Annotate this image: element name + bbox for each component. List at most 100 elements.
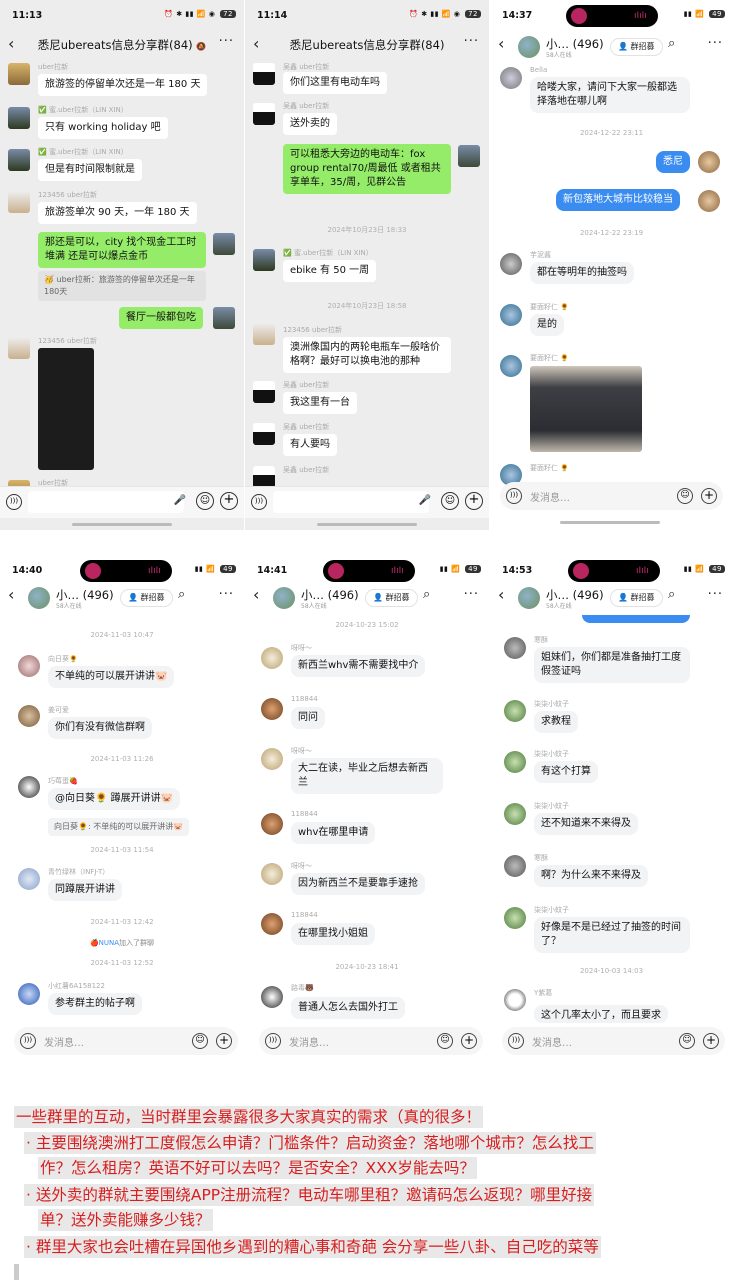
- voice-icon[interactable]: ))): [6, 494, 22, 510]
- back-icon[interactable]: ‹: [498, 34, 504, 53]
- message-bubble[interactable]: 因为新西兰不是要靠手速抢: [291, 873, 425, 895]
- message-bubble[interactable]: whv在哪里申请: [291, 822, 376, 844]
- my-message-bubble[interactable]: 那还是可以，city 找个现金工工时堆满 还是可以爆点金币: [38, 232, 206, 268]
- message-bubble[interactable]: ebike 有 50 一周: [283, 260, 377, 282]
- search-icon[interactable]: ⌕: [178, 587, 185, 602]
- avatar[interactable]: [253, 381, 275, 403]
- plus-icon[interactable]: +: [703, 1033, 719, 1049]
- avatar[interactable]: [261, 863, 283, 885]
- mic-icon[interactable]: 🎤: [419, 495, 431, 506]
- avatar[interactable]: [261, 913, 283, 935]
- avatar[interactable]: [261, 647, 283, 669]
- avatar[interactable]: [18, 776, 40, 798]
- more-icon[interactable]: ···: [464, 34, 479, 49]
- message-bubble[interactable]: 不单纯的可以展开讲讲🐷: [48, 666, 175, 688]
- voice-icon[interactable]: ))): [265, 1033, 281, 1049]
- search-icon[interactable]: ⌕: [668, 36, 675, 51]
- avatar[interactable]: [261, 813, 283, 835]
- message-input[interactable]: 发消息…: [44, 1034, 84, 1049]
- avatar[interactable]: [18, 705, 40, 727]
- voice-icon[interactable]: ))): [506, 488, 522, 504]
- message-bubble[interactable]: 旅游签的停留单次还是一年 180 天: [38, 74, 208, 96]
- avatar[interactable]: [8, 191, 30, 213]
- avatar[interactable]: [253, 63, 275, 85]
- avatar[interactable]: [253, 423, 275, 445]
- photo-message[interactable]: [530, 366, 642, 452]
- message-bubble[interactable]: 新西兰whv需不需要找中介: [291, 655, 426, 677]
- recruit-button[interactable]: 👤 群招募: [610, 38, 663, 56]
- emoji-icon[interactable]: ☺: [192, 1033, 208, 1049]
- my-message-bubble[interactable]: 新包落地大城市比较稳当: [556, 189, 680, 211]
- message-bubble[interactable]: 求教程: [534, 711, 578, 733]
- avatar[interactable]: [261, 986, 283, 1008]
- message-bubble[interactable]: 有人要吗: [283, 434, 337, 456]
- my-message-bubble-partial[interactable]: [582, 615, 690, 623]
- message-bubble[interactable]: 送外卖的: [283, 113, 337, 135]
- message-input[interactable]: [273, 491, 429, 513]
- screenshot-image-message[interactable]: [38, 348, 94, 470]
- more-icon[interactable]: ···: [219, 587, 234, 602]
- plus-icon[interactable]: +: [216, 1033, 232, 1049]
- quoted-message[interactable]: 向日葵🌻: 不单纯的可以展开讲讲🐷: [48, 818, 190, 836]
- search-icon[interactable]: ⌕: [668, 587, 675, 602]
- avatar[interactable]: [504, 637, 526, 659]
- my-avatar[interactable]: [698, 151, 720, 173]
- my-avatar[interactable]: [458, 145, 480, 167]
- search-icon[interactable]: ⌕: [423, 587, 430, 602]
- back-icon[interactable]: ‹: [8, 585, 14, 604]
- avatar[interactable]: [8, 149, 30, 171]
- group-avatar[interactable]: [273, 587, 295, 609]
- message-bubble[interactable]: 我这里有一台: [283, 392, 357, 414]
- message-bubble[interactable]: 这个几率太小了，而且要求: [534, 1005, 668, 1023]
- message-bubble[interactable]: 普通人怎么去国外打工: [291, 997, 405, 1019]
- message-bubble[interactable]: 只有 working holiday 吧: [38, 117, 168, 139]
- my-message-bubble[interactable]: 餐厅一般都包吃: [119, 307, 203, 329]
- message-bubble[interactable]: 有这个打算: [534, 761, 598, 783]
- emoji-icon[interactable]: ☺: [441, 492, 459, 510]
- my-message-bubble[interactable]: 悉尼: [656, 151, 690, 173]
- quoted-message[interactable]: 🥳 uber拉新：旅游签的停留单次还是一年180天: [38, 271, 206, 301]
- avatar[interactable]: [261, 748, 283, 770]
- avatar[interactable]: [504, 751, 526, 773]
- message-bubble[interactable]: 哈喽大家，请问下大家一般都选择落地在哪儿啊: [530, 77, 690, 113]
- message-bubble[interactable]: 但是有时间限制就是: [38, 159, 142, 181]
- plus-icon[interactable]: +: [461, 1033, 477, 1049]
- avatar[interactable]: [18, 655, 40, 677]
- recruit-button[interactable]: 👤 群招募: [610, 589, 663, 607]
- message-bubble[interactable]: 还不知道来不来得及: [534, 813, 638, 835]
- avatar[interactable]: [504, 989, 526, 1011]
- avatar[interactable]: [504, 907, 526, 929]
- group-avatar[interactable]: [518, 587, 540, 609]
- my-avatar[interactable]: [698, 190, 720, 212]
- message-bubble[interactable]: 好像是不是已经过了抽签的时间了？: [534, 917, 690, 953]
- message-input[interactable]: 发消息…: [532, 1034, 572, 1049]
- more-icon[interactable]: ···: [708, 36, 723, 51]
- avatar[interactable]: [18, 868, 40, 890]
- back-icon[interactable]: ‹: [498, 585, 504, 604]
- voice-icon[interactable]: ))): [508, 1033, 524, 1049]
- message-bubble[interactable]: 你们这里有电动车吗: [283, 72, 387, 94]
- message-input[interactable]: 发消息…: [530, 489, 570, 504]
- message-bubble[interactable]: 都在等明年的抽签吗: [530, 262, 634, 284]
- emoji-icon[interactable]: ☺: [196, 492, 214, 510]
- group-avatar[interactable]: [28, 587, 50, 609]
- avatar[interactable]: [253, 466, 275, 488]
- emoji-icon[interactable]: ☺: [437, 1033, 453, 1049]
- voice-icon[interactable]: ))): [251, 494, 267, 510]
- more-icon[interactable]: ···: [464, 587, 479, 602]
- group-avatar[interactable]: [518, 36, 540, 58]
- plus-icon[interactable]: +: [701, 488, 717, 504]
- message-bubble[interactable]: 同问: [291, 707, 325, 729]
- avatar[interactable]: [261, 698, 283, 720]
- avatar[interactable]: [253, 249, 275, 271]
- message-bubble[interactable]: 参考群主的帖子啊: [48, 993, 142, 1015]
- recruit-button[interactable]: 👤 群招募: [365, 589, 418, 607]
- message-bubble[interactable]: 姐妹们，你们都是准备抽打工度假签证吗: [534, 647, 690, 683]
- avatar[interactable]: [500, 67, 522, 89]
- message-bubble[interactable]: @向日葵🌻 蹲展开讲讲🐷: [48, 788, 181, 810]
- my-message-bubble[interactable]: 可以租悉大旁边的电动车：fox group rental70/周最低 或者租共享…: [283, 144, 451, 194]
- emoji-icon[interactable]: ☺: [677, 488, 693, 504]
- plus-icon[interactable]: +: [465, 492, 483, 510]
- more-icon[interactable]: ···: [219, 34, 234, 49]
- avatar[interactable]: [253, 323, 275, 345]
